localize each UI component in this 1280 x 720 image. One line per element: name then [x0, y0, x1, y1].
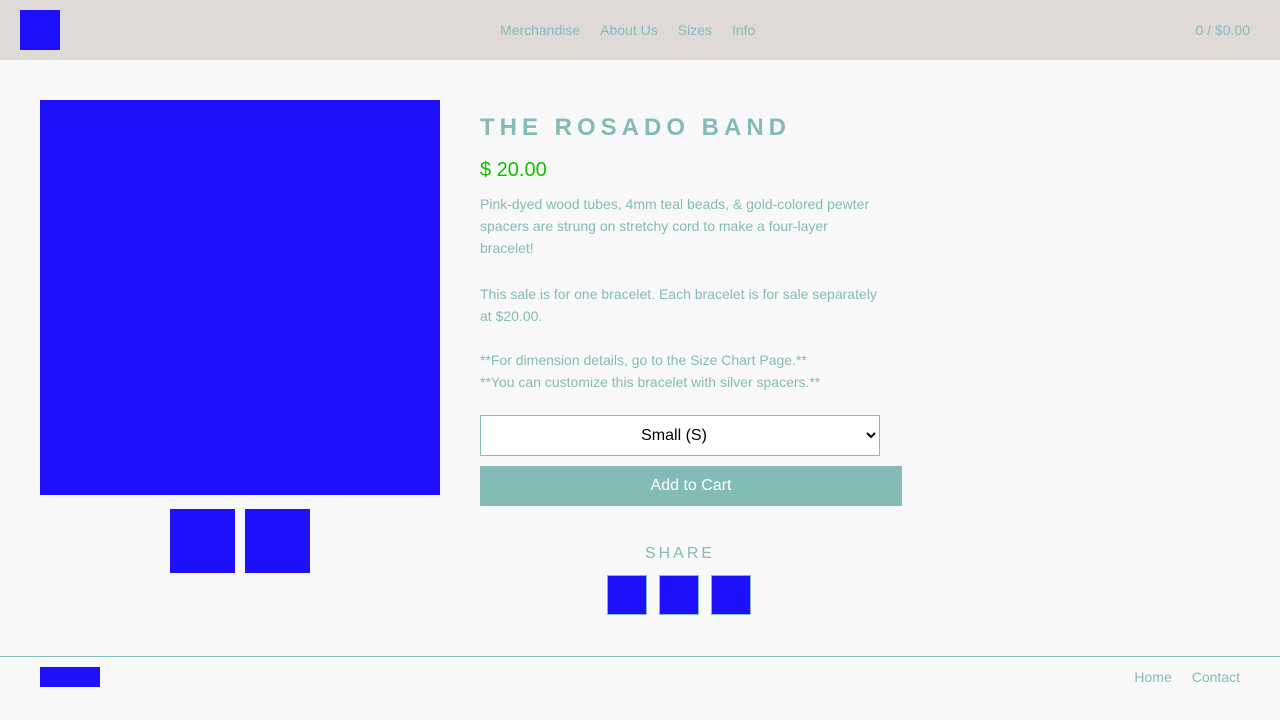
footer-logo[interactable]	[40, 667, 100, 687]
nav-info[interactable]: Info	[732, 21, 755, 39]
product-description-paragraph: This sale is for one bracelet. Each brac…	[480, 283, 885, 327]
description-line: **For dimension details, go to the Size …	[480, 352, 807, 368]
product-description-paragraph: Pink-dyed wood tubes, 4mm teal beads, & …	[480, 193, 885, 259]
footer-divider	[0, 656, 1280, 657]
site-header: Merchandise About Us Sizes Info 0 / $0.0…	[0, 0, 1280, 60]
add-to-cart-button[interactable]: Add to Cart	[480, 466, 902, 506]
nav-about-us[interactable]: About Us	[600, 21, 658, 39]
footer-link-home[interactable]: Home	[1134, 668, 1171, 686]
product-price: $ 20.00	[480, 159, 547, 181]
product-title: THE ROSADO BAND	[480, 114, 792, 141]
cart-summary-link[interactable]: 0 / $0.00	[1196, 21, 1251, 39]
description-line: **You can customize this bracelet with s…	[480, 374, 821, 390]
product-main-image	[40, 100, 440, 495]
description-line: Pink-dyed wood tubes, 4mm teal beads, & …	[480, 196, 870, 212]
product-description-paragraph: **For dimension details, go to the Size …	[480, 349, 885, 393]
product-thumbnail[interactable]	[245, 509, 310, 573]
share-facebook-icon[interactable]	[607, 575, 647, 615]
description-line: at $20.00.	[480, 308, 543, 324]
footer-nav: Home Contact	[1114, 668, 1240, 686]
product-thumbnail[interactable]	[170, 509, 235, 573]
footer-link-contact[interactable]: Contact	[1192, 668, 1240, 686]
description-line: spacers are strung on stretchy cord to m…	[480, 218, 828, 234]
share-pinterest-icon[interactable]	[711, 575, 751, 615]
main-nav: Merchandise About Us Sizes Info	[500, 21, 775, 39]
description-line: bracelet!	[480, 240, 534, 256]
share-label: SHARE	[644, 545, 716, 562]
share-twitter-icon[interactable]	[659, 575, 699, 615]
site-logo[interactable]	[20, 10, 60, 50]
description-line: This sale is for one bracelet. Each brac…	[480, 286, 877, 302]
size-select[interactable]: Small (S)	[480, 415, 880, 456]
nav-sizes[interactable]: Sizes	[678, 21, 712, 39]
nav-merchandise[interactable]: Merchandise	[500, 21, 580, 39]
